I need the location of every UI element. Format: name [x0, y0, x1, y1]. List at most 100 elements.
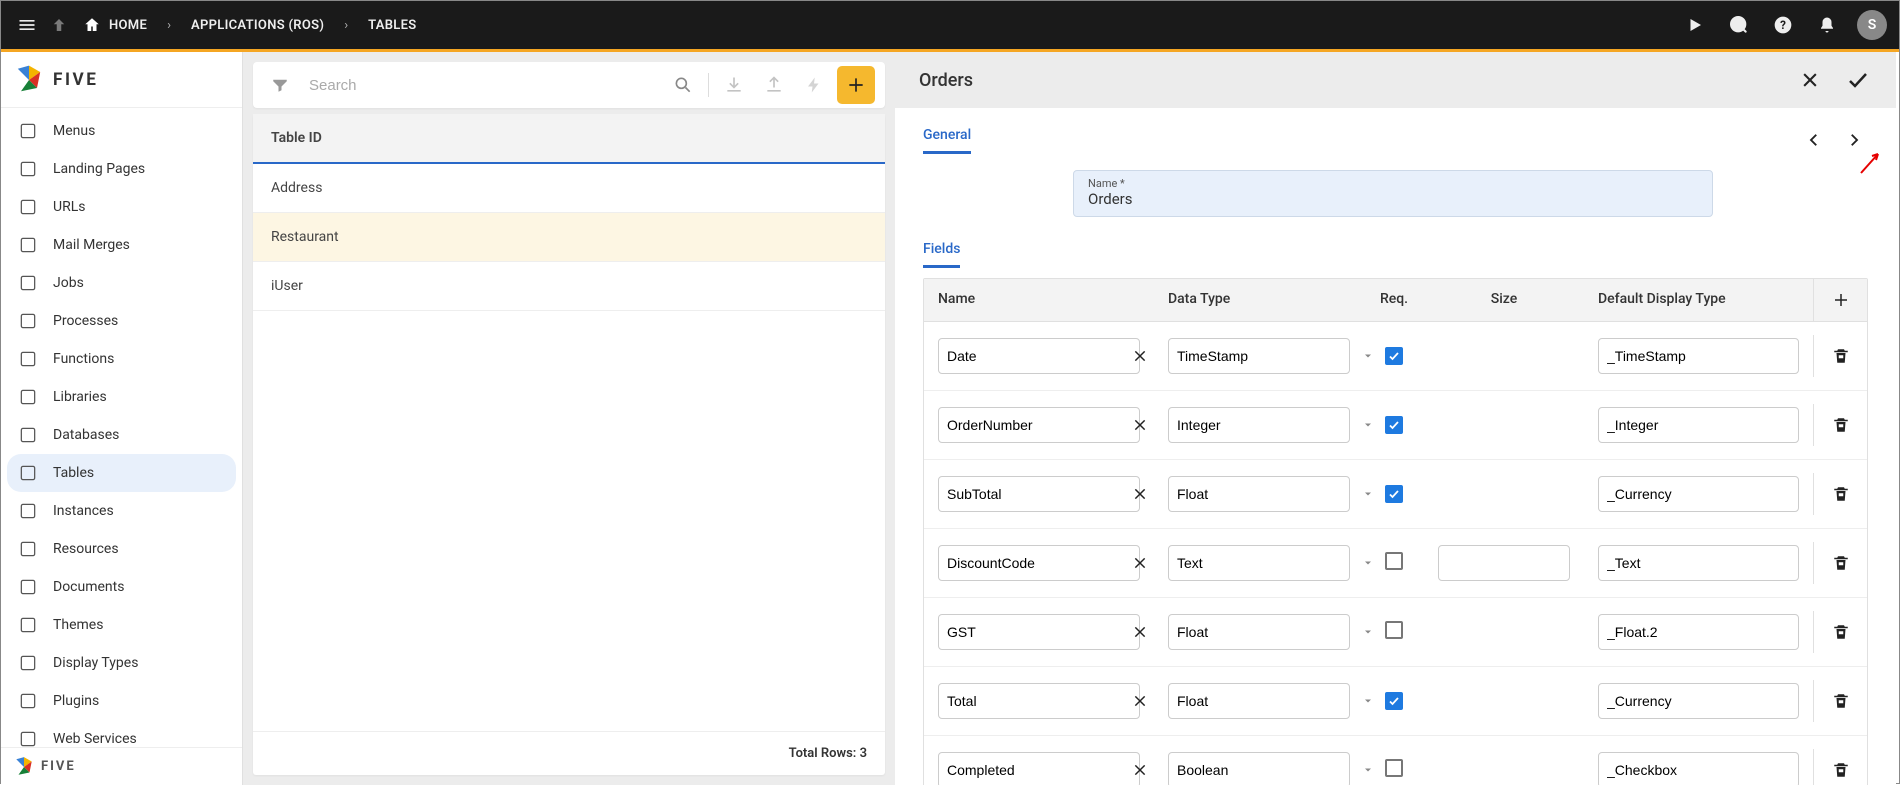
menu-icon[interactable] [13, 11, 41, 39]
clear-icon[interactable] [1132, 693, 1148, 709]
data-type-select[interactable] [1168, 476, 1350, 512]
sidebar-item-resources[interactable]: Resources [7, 530, 236, 568]
data-type-select[interactable] [1168, 683, 1350, 719]
field-name-input[interactable] [938, 614, 1140, 650]
delete-field-button[interactable] [1828, 416, 1853, 434]
display-type-input[interactable] [1598, 614, 1799, 650]
nav-icon [17, 462, 39, 484]
field-name-input[interactable] [938, 545, 1140, 581]
sidebar-item-themes[interactable]: Themes [7, 606, 236, 644]
required-checkbox[interactable] [1385, 759, 1403, 777]
display-type-input[interactable] [1598, 407, 1799, 443]
display-type-input[interactable] [1598, 752, 1799, 785]
field-row [924, 460, 1867, 529]
field-name-input[interactable] [938, 476, 1140, 512]
required-checkbox[interactable] [1385, 347, 1403, 365]
chevron-down-icon [1362, 695, 1374, 707]
sidebar-item-functions[interactable]: Functions [7, 340, 236, 378]
avatar[interactable]: S [1857, 10, 1887, 40]
data-type-select[interactable] [1168, 614, 1350, 650]
search-icon[interactable] [666, 68, 700, 102]
display-type-input[interactable] [1598, 338, 1799, 374]
display-type-input[interactable] [1598, 476, 1799, 512]
sidebar-item-processes[interactable]: Processes [7, 302, 236, 340]
sidebar-item-web-services[interactable]: Web Services [7, 720, 236, 747]
required-checkbox[interactable] [1385, 416, 1403, 434]
add-button[interactable] [837, 66, 875, 104]
data-type-select[interactable] [1168, 545, 1350, 581]
field-name-input[interactable] [938, 338, 1140, 374]
prev-record-button[interactable] [1800, 126, 1828, 154]
nav-icon [17, 690, 39, 712]
delete-field-button[interactable] [1828, 761, 1853, 779]
bell-icon[interactable] [1813, 11, 1841, 39]
tab-general[interactable]: General [923, 127, 971, 154]
sidebar-item-documents[interactable]: Documents [7, 568, 236, 606]
close-button[interactable] [1796, 66, 1824, 94]
sidebar-item-label: Landing Pages [53, 161, 145, 177]
required-checkbox[interactable] [1385, 552, 1403, 570]
delete-field-button[interactable] [1828, 554, 1853, 572]
required-checkbox[interactable] [1385, 692, 1403, 710]
sidebar-item-menus[interactable]: Menus [7, 112, 236, 150]
size-input[interactable] [1438, 545, 1570, 581]
delete-field-button[interactable] [1828, 623, 1853, 641]
sidebar-item-jobs[interactable]: Jobs [7, 264, 236, 302]
clear-icon[interactable] [1132, 348, 1148, 364]
field-name-input[interactable] [938, 407, 1140, 443]
data-type-select[interactable] [1168, 752, 1350, 785]
clear-icon[interactable] [1132, 624, 1148, 640]
data-type-select[interactable] [1168, 407, 1350, 443]
field-row [924, 736, 1867, 785]
upload-icon[interactable] [757, 68, 791, 102]
clear-icon[interactable] [1132, 486, 1148, 502]
sidebar-item-instances[interactable]: Instances [7, 492, 236, 530]
field-name-input[interactable] [938, 752, 1140, 785]
save-button[interactable] [1844, 66, 1872, 94]
delete-field-button[interactable] [1828, 692, 1853, 710]
sidebar-item-libraries[interactable]: Libraries [7, 378, 236, 416]
sidebar-item-landing-pages[interactable]: Landing Pages [7, 150, 236, 188]
display-type-input[interactable] [1598, 545, 1799, 581]
tab-fields[interactable]: Fields [923, 241, 960, 268]
lightning-icon[interactable] [797, 68, 831, 102]
clear-icon[interactable] [1132, 555, 1148, 571]
table-row[interactable]: iUser [253, 262, 885, 311]
next-record-button[interactable] [1840, 126, 1868, 154]
breadcrumb-tables[interactable]: TABLES [362, 18, 422, 33]
required-checkbox[interactable] [1385, 621, 1403, 639]
display-type-input[interactable] [1598, 683, 1799, 719]
required-checkbox[interactable] [1385, 485, 1403, 503]
sidebar-item-tables[interactable]: Tables [7, 454, 236, 492]
sidebar-item-databases[interactable]: Databases [7, 416, 236, 454]
delete-field-button[interactable] [1828, 347, 1853, 365]
table-row[interactable]: Restaurant [253, 213, 885, 262]
filter-icon[interactable] [263, 68, 297, 102]
download-icon[interactable] [717, 68, 751, 102]
clear-icon[interactable] [1132, 417, 1148, 433]
chevron-down-icon [1362, 419, 1374, 431]
chevron-down-icon [1362, 764, 1374, 776]
help-icon[interactable]: ? [1769, 11, 1797, 39]
nav-icon [17, 120, 39, 142]
field-name-input[interactable] [938, 683, 1140, 719]
field-row [924, 598, 1867, 667]
name-field[interactable]: Name * Orders [1073, 170, 1713, 217]
breadcrumb-home[interactable]: HOME [77, 16, 153, 34]
search-global-icon[interactable] [1725, 11, 1753, 39]
up-arrow-icon[interactable] [45, 11, 73, 39]
sidebar-item-display-types[interactable]: Display Types [7, 644, 236, 682]
clear-icon[interactable] [1132, 762, 1148, 778]
sidebar-item-plugins[interactable]: Plugins [7, 682, 236, 720]
table-row[interactable]: Address [253, 164, 885, 213]
add-field-button[interactable] [1813, 279, 1867, 321]
search-input[interactable] [303, 71, 660, 100]
breadcrumb-applications[interactable]: APPLICATIONS (ROS) [185, 18, 330, 33]
play-icon[interactable] [1681, 11, 1709, 39]
delete-field-button[interactable] [1828, 485, 1853, 503]
sidebar-item-mail-merges[interactable]: Mail Merges [7, 226, 236, 264]
nav-icon [17, 310, 39, 332]
data-type-select[interactable] [1168, 338, 1350, 374]
sidebar-item-urls[interactable]: URLs [7, 188, 236, 226]
list-panel: Table ID AddressRestaurantiUser Total Ro… [243, 52, 895, 785]
